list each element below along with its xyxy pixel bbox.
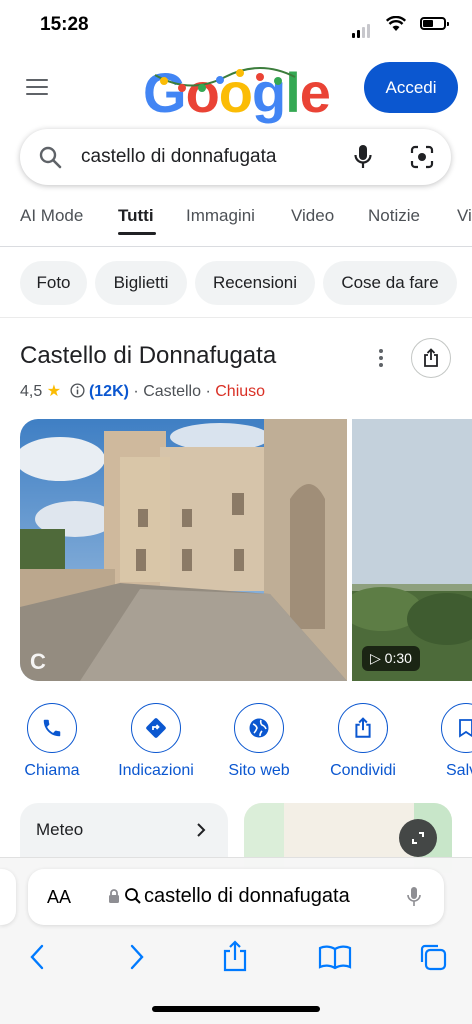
video-duration-badge: ▷ 0:30: [362, 646, 420, 671]
share-icon: [355, 717, 371, 738]
address-text[interactable]: castello di donnafugata: [144, 885, 350, 908]
tab-videos[interactable]: Video: [291, 206, 334, 226]
call-label: Chiama: [24, 762, 80, 779]
video-thumbnail[interactable]: ▷ 0:30: [352, 419, 472, 681]
expand-icon: [412, 832, 424, 844]
holiday-lights-decoration: [154, 67, 296, 92]
save-label: Salva: [446, 762, 472, 779]
sign-in-button[interactable]: Accedi: [364, 62, 458, 113]
reader-aa-button[interactable]: AA: [47, 887, 71, 908]
review-count-link[interactable]: (12K): [89, 383, 129, 400]
search-icon: [39, 146, 62, 169]
play-icon: ▷: [370, 650, 381, 666]
castle-photo-image: C: [20, 419, 347, 681]
chip-tickets[interactable]: Biglietti: [95, 261, 187, 305]
previous-tab-edge[interactable]: [0, 869, 16, 925]
tabs-icon[interactable]: [418, 942, 448, 972]
forward-arrow-icon[interactable]: [128, 943, 146, 971]
battery-icon: [420, 17, 449, 30]
open-status: Chiuso: [215, 383, 266, 400]
google-lens-icon[interactable]: [410, 145, 434, 169]
castle-photo[interactable]: C: [20, 419, 347, 681]
phone-icon: [43, 719, 61, 737]
directions-action[interactable]: Indicazioni: [111, 703, 201, 780]
search-tabs: AI Mode Tutti Immagini Video Notizie Vi: [0, 196, 472, 247]
directions-icon: [146, 718, 166, 738]
expand-map-button[interactable]: [399, 819, 437, 857]
tab-ai-mode[interactable]: AI Mode: [20, 206, 83, 226]
place-title: Castello di Donnafugata: [20, 342, 277, 369]
search-box[interactable]: castello di donnafugata: [20, 129, 451, 185]
share-icon[interactable]: [221, 940, 249, 972]
back-arrow-icon[interactable]: [28, 943, 46, 971]
place-rating-line: 4,5 ★ (12K) · Castello · Chiuso: [20, 383, 266, 400]
share-button[interactable]: [411, 338, 451, 378]
chip-photos[interactable]: Foto: [20, 261, 87, 305]
tab-images[interactable]: Immagini: [186, 206, 255, 226]
weather-label: Meteo: [36, 820, 84, 839]
lock-icon: [109, 889, 119, 903]
video-duration: 0:30: [384, 650, 412, 666]
microphone-icon[interactable]: [353, 143, 373, 171]
call-action[interactable]: Chiama: [20, 703, 84, 780]
hamburger-menu-icon[interactable]: [26, 79, 48, 100]
address-bar[interactable]: AA castello di donnafugata: [28, 869, 444, 925]
chevron-right-icon: [197, 823, 206, 837]
microphone-icon[interactable]: [406, 885, 422, 909]
home-indicator: [152, 1006, 320, 1012]
tab-news[interactable]: Notizie: [368, 206, 420, 226]
section-divider: [0, 317, 472, 318]
globe-icon: [249, 718, 269, 738]
active-tab-indicator: [118, 232, 156, 235]
status-time: 15:28: [40, 14, 89, 35]
browser-toolbar: AA castello di donnafugata: [0, 857, 472, 1024]
save-action[interactable]: Salva: [441, 703, 472, 780]
landscape-video-image: [352, 419, 472, 681]
share-label: Condividi: [330, 762, 396, 779]
star-icon: ★: [46, 383, 62, 400]
website-action[interactable]: Sito web: [222, 703, 296, 780]
tab-all[interactable]: Tutti: [118, 206, 154, 226]
wifi-icon: [386, 16, 406, 31]
logo-letter: e: [299, 61, 331, 124]
share-icon: [424, 348, 438, 367]
website-label: Sito web: [228, 762, 290, 779]
directions-label: Indicazioni: [118, 762, 194, 779]
bookmarks-icon[interactable]: [318, 944, 352, 970]
more-options-icon[interactable]: [379, 349, 383, 370]
search-query[interactable]: castello di donnafugata: [81, 146, 276, 168]
tab-more[interactable]: Vi: [457, 206, 472, 226]
chip-reviews[interactable]: Recensioni: [195, 261, 315, 305]
place-category: Castello: [143, 383, 202, 400]
cellular-signal-icon: [352, 20, 372, 38]
chip-things-to-do[interactable]: Cose da fare: [323, 261, 457, 305]
search-icon: [125, 888, 141, 904]
info-icon[interactable]: [69, 383, 85, 398]
svg-text:C: C: [30, 649, 46, 674]
share-action[interactable]: Condividi: [325, 703, 401, 780]
bookmark-icon: [459, 719, 472, 738]
rating-value: 4,5: [20, 383, 43, 400]
